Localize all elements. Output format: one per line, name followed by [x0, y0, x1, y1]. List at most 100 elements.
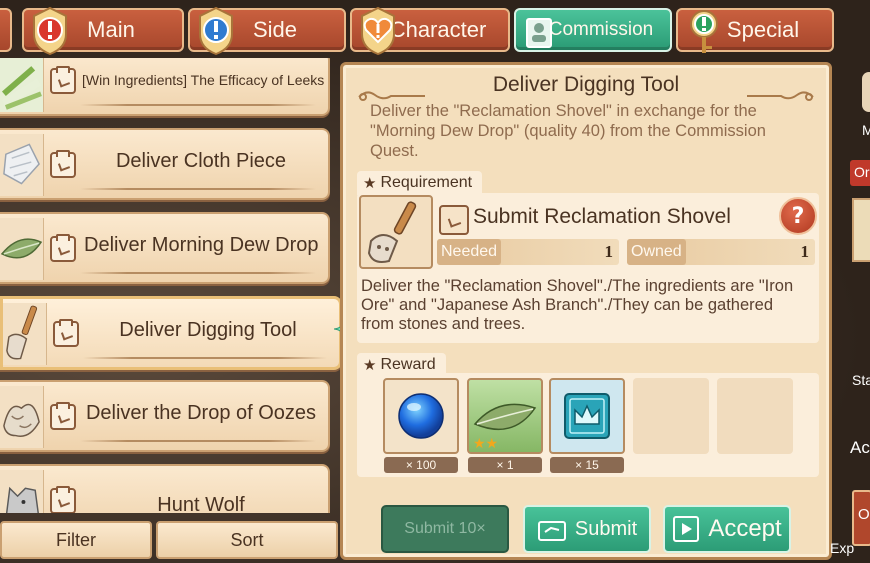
quest-item-leeks[interactable]: [Win Ingredients] The Efficacy of Leeks: [0, 58, 330, 116]
filter-label: Filter: [56, 529, 96, 550]
reward-slot-empty: [717, 378, 793, 454]
requirement-title: Submit Reclamation Shovel: [473, 205, 731, 228]
commission-icon: [50, 150, 76, 178]
quest-item-cloth-piece[interactable]: Deliver Cloth Piece: [0, 128, 330, 200]
star-icon: ★: [363, 175, 377, 192]
needed-value: 1: [604, 242, 614, 261]
tab-label: Side: [252, 17, 298, 42]
clipped-card[interactable]: [852, 198, 870, 262]
commission-icon: [50, 402, 76, 430]
quest-item-morning-dew-drop[interactable]: Deliver Morning Dew Drop: [0, 212, 330, 284]
quest-title: Deliver Cloth Piece: [115, 150, 287, 172]
sort-label: Sort: [230, 529, 264, 550]
reward-label: Reward: [380, 356, 436, 373]
quest-detail-panel: Deliver Digging Tool Deliver the "Reclam…: [340, 62, 832, 560]
quest-detail-title: Deliver Digging Tool: [492, 73, 680, 96]
quest-item-drop-of-oozes[interactable]: Deliver the Drop of Oozes: [0, 380, 330, 452]
shovel-icon: [3, 303, 47, 365]
accept-button[interactable]: Accept: [663, 505, 791, 553]
requirement-item-slot[interactable]: [359, 195, 433, 269]
commission-icon: [439, 205, 469, 235]
submit-label: Submit: [574, 517, 638, 540]
heart-badge-icon: [361, 6, 395, 56]
requirement-label: Requirement: [380, 174, 473, 191]
sort-button[interactable]: Sort: [156, 521, 338, 559]
clipped-text: O: [858, 506, 870, 523]
clipped-text: M: [862, 122, 870, 138]
reward-slot-orb[interactable]: [383, 378, 459, 454]
rarity-stars: ★★: [473, 436, 498, 452]
tab-special[interactable]: Special: [676, 8, 834, 53]
owned-value: 1: [800, 242, 810, 261]
clipped-text: Or: [854, 164, 870, 180]
divider: [80, 272, 316, 274]
reward-slot-leaf[interactable]: ★★: [467, 378, 543, 454]
clipped-text: Exp: [830, 540, 855, 556]
commission-icon: [50, 66, 76, 94]
tab-side[interactable]: Side: [188, 6, 346, 56]
key-badge-icon: [690, 10, 718, 53]
exclamation-badge-icon: [199, 6, 233, 56]
leaf-icon: [0, 218, 44, 280]
clipped-text: Sta: [852, 372, 870, 388]
quest-title: Deliver Morning Dew Drop: [84, 234, 319, 256]
owned-label: Owned: [627, 239, 686, 265]
tab-main[interactable]: Main: [22, 6, 184, 56]
needed-label: Needed: [437, 239, 502, 265]
category-tab-bar: Main Side Character Commission Special: [0, 0, 870, 60]
owned-row: Owned 1: [627, 239, 815, 265]
blue-orb-icon: [398, 393, 444, 439]
tab-commission[interactable]: Commission: [514, 8, 672, 52]
filter-button[interactable]: Filter: [0, 521, 152, 559]
tab-label: Special: [726, 17, 800, 42]
quest-list[interactable]: [Win Ingredients] The Efficacy of Leeks …: [0, 58, 345, 513]
help-button[interactable]: ?: [779, 197, 817, 235]
exclamation-badge-icon: [33, 6, 67, 56]
reward-count: × 15: [550, 457, 624, 473]
divider: [80, 104, 316, 106]
commission-icon: [53, 319, 79, 347]
quest-title: Deliver Digging Tool: [119, 319, 297, 341]
tab-label: Main: [87, 17, 135, 42]
quest-title: Hunt Wolf: [157, 494, 245, 513]
divider: [83, 357, 327, 359]
reward-count: × 100: [384, 457, 458, 473]
submit-10-button[interactable]: Submit 10×: [381, 505, 509, 553]
tab-label: Character: [389, 17, 487, 42]
right-side-panel: M Or Sta Ac O Exp: [830, 58, 870, 563]
clipped-text: Ac: [850, 438, 870, 457]
ooze-icon: [0, 386, 44, 448]
quest-item-digging-tool[interactable]: Deliver Digging Tool: [0, 296, 342, 370]
divider: [80, 188, 316, 190]
commission-scroll-icon: [526, 18, 552, 48]
reward-slot-empty: [633, 378, 709, 454]
submit-button[interactable]: Submit: [523, 505, 651, 553]
commission-icon: [50, 234, 76, 262]
needed-row: Needed 1: [437, 239, 619, 265]
accept-label: Accept: [708, 515, 782, 542]
leaf-icon: ★★: [473, 403, 537, 452]
accept-play-icon: [673, 516, 700, 542]
reward-slot-crown-card[interactable]: [549, 378, 625, 454]
portrait-fragment: [862, 72, 870, 112]
crown-card-icon: [564, 393, 610, 439]
quest-title: [Win Ingredients] The Efficacy of Leeks: [82, 72, 325, 88]
tab-bar-left-edge: [0, 8, 12, 52]
requirement-section-label: ★ Requirement: [357, 171, 483, 195]
reward-count: × 1: [468, 457, 542, 473]
wolf-icon: [0, 470, 44, 513]
monster-icon: [50, 486, 76, 513]
requirement-description: Deliver the "Reclamation Shovel"./The in…: [361, 277, 794, 333]
quest-item-hunt-wolf[interactable]: Hunt Wolf: [0, 464, 330, 513]
quest-title: Deliver the Drop of Oozes: [85, 402, 317, 424]
cloth-icon: [0, 134, 44, 196]
tab-character[interactable]: Character: [350, 6, 510, 56]
leek-icon: [0, 58, 44, 112]
help-glyph: ?: [791, 203, 805, 229]
star-icon: ★: [363, 357, 377, 374]
tab-label: Commission: [548, 19, 654, 40]
quest-description: Deliver the "Reclamation Shovel" in exch…: [370, 102, 766, 160]
divider: [80, 440, 316, 442]
submit-tray-icon: [537, 521, 566, 541]
shovel-icon: [367, 201, 417, 263]
